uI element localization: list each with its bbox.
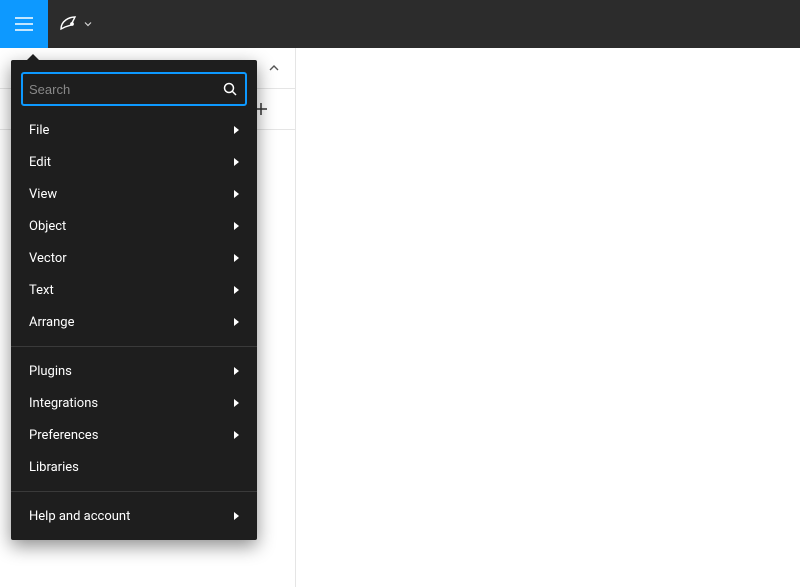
menu-item-label: Preferences: [29, 428, 98, 443]
search-icon: [223, 82, 237, 96]
top-toolbar: [0, 0, 800, 48]
panel-collapse-caret-icon: [269, 63, 279, 73]
submenu-arrow-icon: [234, 318, 239, 326]
submenu-arrow-icon: [234, 431, 239, 439]
submenu-arrow-icon: [234, 512, 239, 520]
menu-item-view[interactable]: View: [11, 178, 257, 210]
menu-item-plugins[interactable]: Plugins: [11, 355, 257, 387]
menu-item-label: Libraries: [29, 460, 79, 475]
submenu-arrow-icon: [234, 367, 239, 375]
chevron-down-icon: [82, 20, 92, 28]
menu-item-integrations[interactable]: Integrations: [11, 387, 257, 419]
menu-item-label: Object: [29, 219, 66, 234]
main-menu-dropdown: File Edit View Object Vector Text Arrange Plugi…: [11, 60, 257, 540]
menu-item-label: Text: [29, 283, 54, 298]
pen-icon: [58, 14, 78, 34]
submenu-arrow-icon: [234, 286, 239, 294]
canvas[interactable]: [296, 48, 800, 587]
submenu-arrow-icon: [234, 126, 239, 134]
menu-item-text[interactable]: Text: [11, 274, 257, 306]
menu-item-label: Arrange: [29, 315, 74, 330]
menu-item-file[interactable]: File: [11, 114, 257, 146]
menu-item-label: Help and account: [29, 509, 130, 524]
menu-item-preferences[interactable]: Preferences: [11, 419, 257, 451]
menu-item-label: Integrations: [29, 396, 98, 411]
menu-item-help-and-account[interactable]: Help and account: [11, 500, 257, 532]
menu-item-object[interactable]: Object: [11, 210, 257, 242]
hamburger-icon: [15, 17, 33, 31]
menu-item-label: View: [29, 187, 57, 202]
menu-item-edit[interactable]: Edit: [11, 146, 257, 178]
submenu-arrow-icon: [234, 190, 239, 198]
menu-item-libraries[interactable]: Libraries: [11, 451, 257, 483]
submenu-arrow-icon: [234, 158, 239, 166]
submenu-arrow-icon: [234, 254, 239, 262]
menu-item-label: File: [29, 123, 49, 138]
submenu-arrow-icon: [234, 399, 239, 407]
menu-item-label: Vector: [29, 251, 67, 266]
submenu-arrow-icon: [234, 222, 239, 230]
menu-item-arrange[interactable]: Arrange: [11, 306, 257, 338]
menu-search-wrap[interactable]: [21, 72, 247, 106]
menu-separator: [11, 491, 257, 492]
menu-item-label: Edit: [29, 155, 51, 170]
menu-item-label: Plugins: [29, 364, 72, 379]
menu-item-vector[interactable]: Vector: [11, 242, 257, 274]
pen-tool[interactable]: [48, 0, 102, 48]
menu-separator: [11, 346, 257, 347]
menu-search-input[interactable]: [29, 82, 223, 97]
main-menu-button[interactable]: [0, 0, 48, 48]
